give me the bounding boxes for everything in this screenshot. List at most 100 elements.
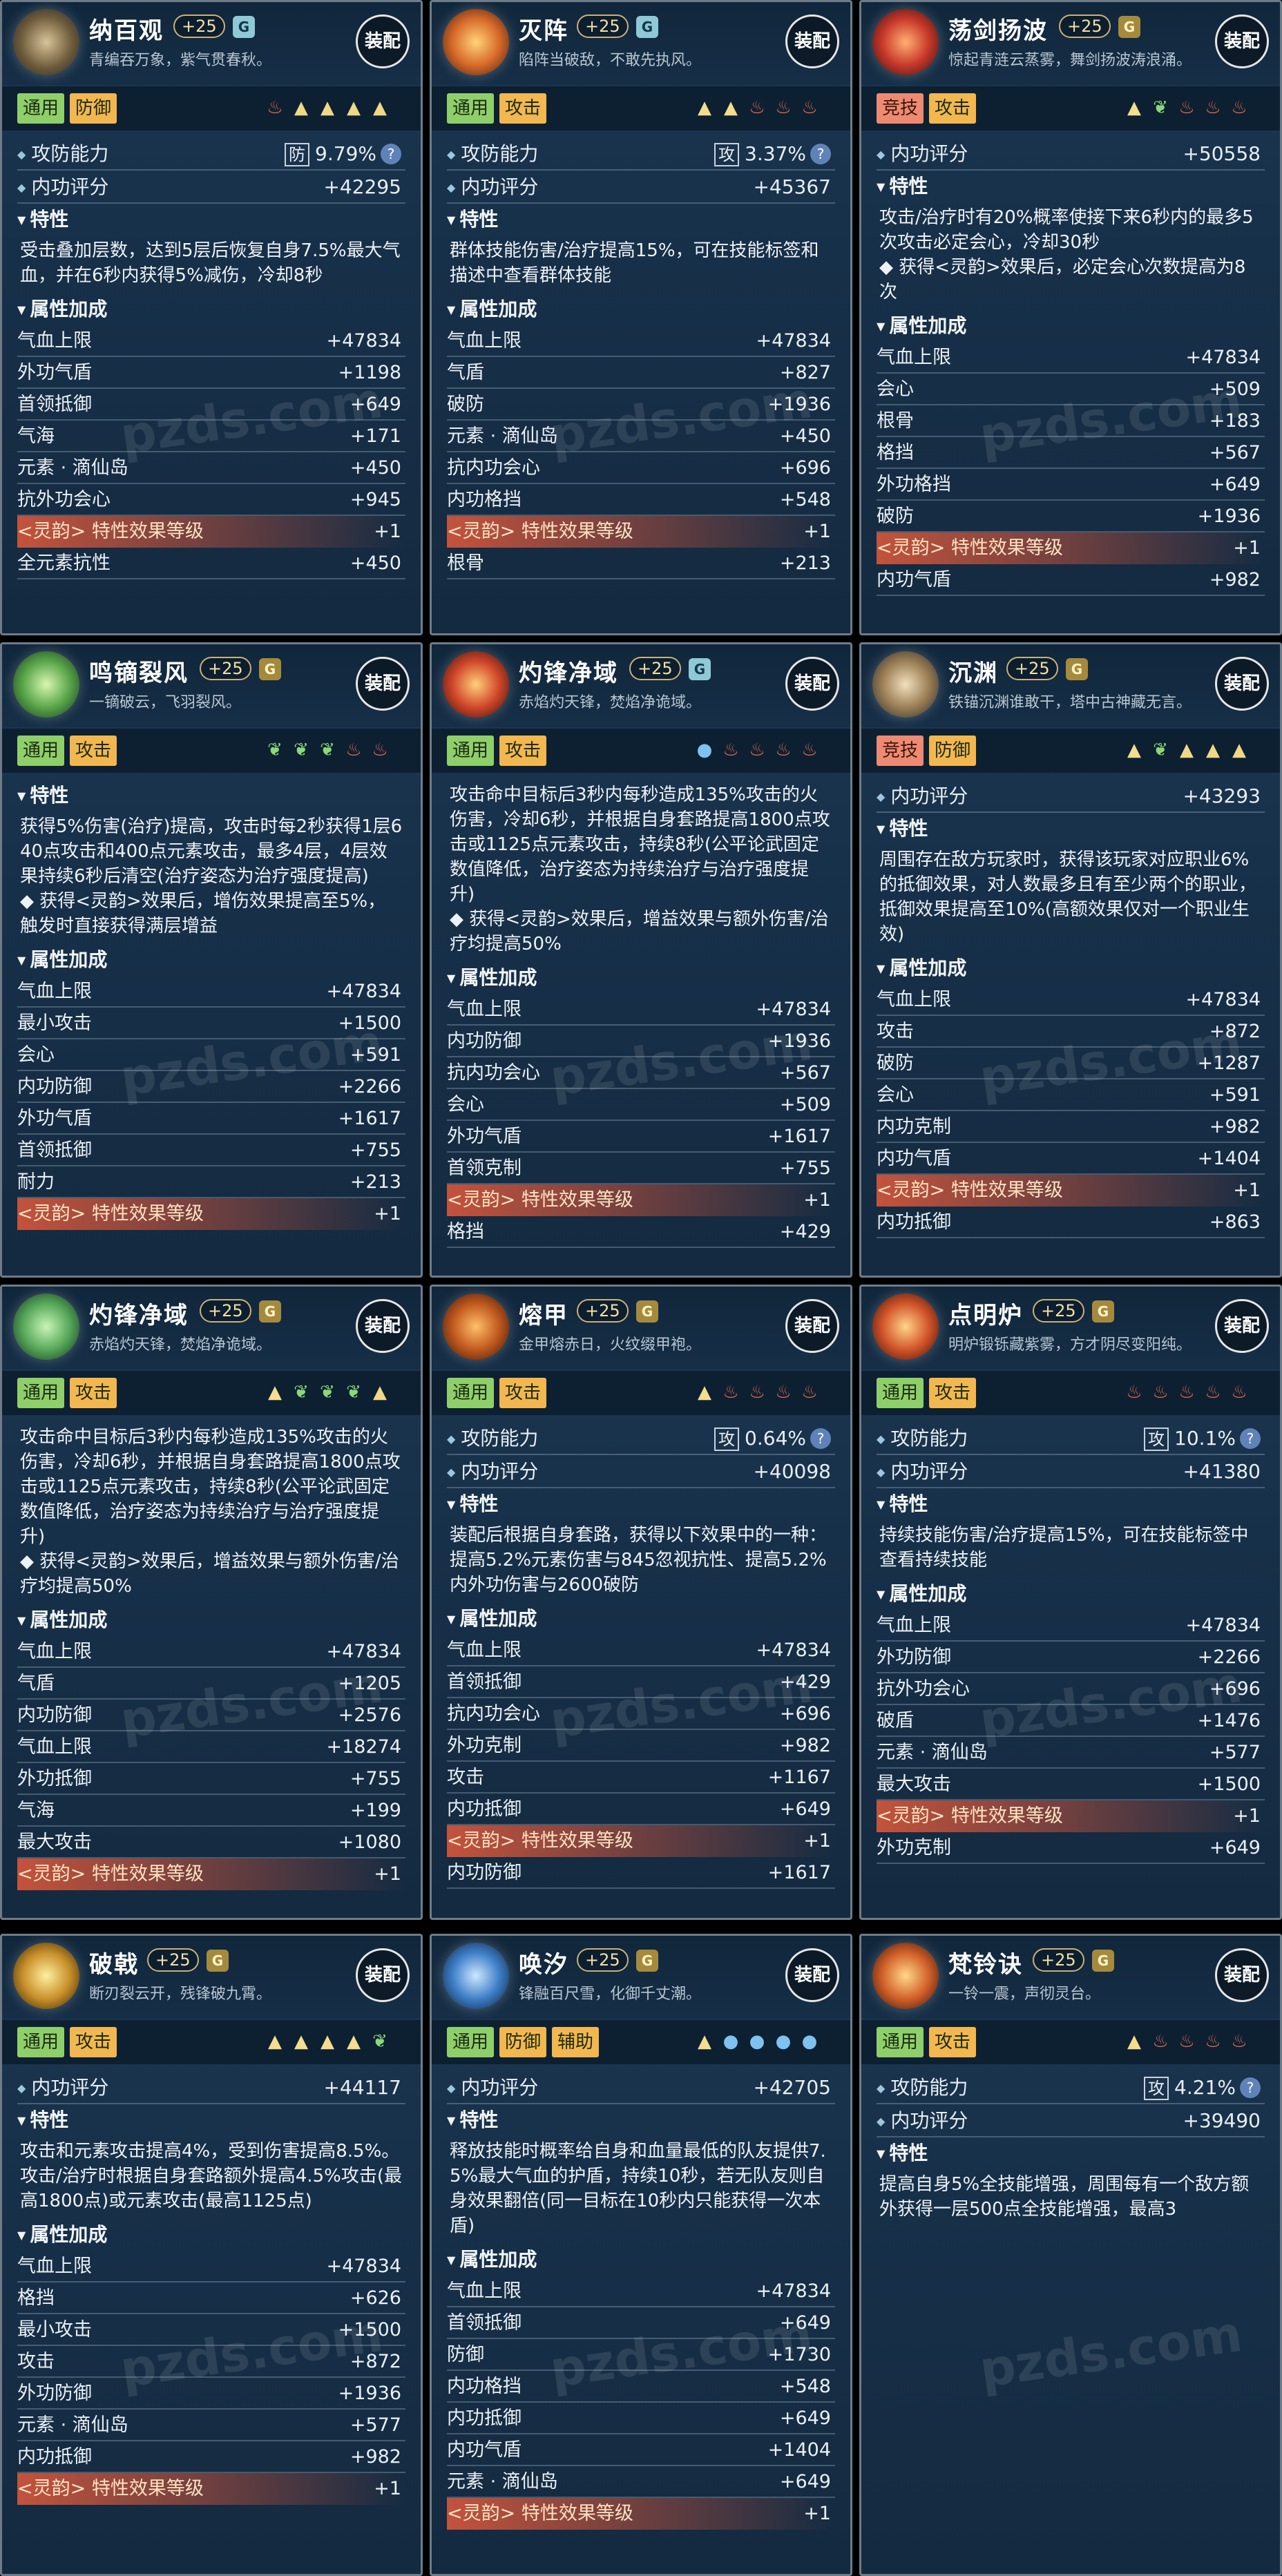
stat-value: 防 9.79%? — [285, 137, 401, 171]
trait-section-title[interactable]: 特性 — [17, 2104, 405, 2136]
equip-button[interactable]: 装配 — [356, 1299, 410, 1353]
tri-element-icon: ▲ — [320, 2031, 334, 2052]
attribute-section-title[interactable]: 属性加成 — [17, 294, 405, 325]
attribute-row: 内功气盾 +982 — [877, 564, 1265, 596]
equip-button[interactable]: 装配 — [785, 1299, 839, 1353]
attribute-section-title[interactable]: 属性加成 — [877, 310, 1265, 342]
card-motto: 一铃一震，声彻灵台。 — [948, 1986, 1101, 2003]
attribute-name: 内功气盾 — [447, 2439, 522, 2461]
tri-element-icon: ▲ — [1127, 740, 1141, 760]
equipment-icon — [872, 1294, 939, 1360]
help-icon[interactable]: ? — [381, 144, 401, 164]
lingyun-effect-row: <灵韵> 特性效果等级 +1 — [447, 516, 835, 548]
enhance-level-badge: +25 — [200, 1299, 251, 1323]
trait-description: 受击叠加层数，达到5层后恢复自身7.5%最大气血，并在6秒内获得5%减伤，冷却8… — [20, 240, 401, 286]
attribute-name: 气血上限 — [447, 999, 522, 1020]
watermark: pzds.com — [976, 2304, 1246, 2399]
attribute-row: 气血上限 +47834 — [17, 325, 405, 357]
equip-button[interactable]: 装配 — [1215, 1299, 1269, 1353]
attribute-section-title[interactable]: 属性加成 — [447, 962, 835, 994]
category-tag: 攻击 — [499, 736, 547, 766]
attribute-name: 内功防御 — [17, 1704, 92, 1726]
equip-button[interactable]: 装配 — [356, 1948, 410, 2002]
attribute-row: 元素 · 滴仙岛 +450 — [447, 421, 835, 452]
trait-section-title[interactable]: 特性 — [17, 204, 405, 236]
help-icon[interactable]: ? — [1240, 1428, 1261, 1449]
attribute-name: 外功抵御 — [17, 1768, 92, 1789]
attribute-section-title[interactable]: 属性加成 — [447, 2244, 835, 2276]
attribute-name: 抗内功会心 — [447, 1062, 540, 1084]
stat-label: 内功评分 — [461, 2076, 539, 2099]
trait-section-title[interactable]: 特性 — [877, 171, 1265, 202]
attribute-name: 外功气盾 — [447, 1126, 522, 1147]
attribute-section-title[interactable]: 属性加成 — [17, 1604, 405, 1636]
attribute-value: +1730 — [767, 2344, 831, 2365]
stat-row: 攻防能力 攻10.1%? — [877, 1422, 1265, 1455]
attribute-section-title[interactable]: 属性加成 — [17, 944, 405, 976]
trait-section-title[interactable]: 特性 — [877, 2137, 1265, 2169]
attribute-name: 气血上限 — [17, 2256, 92, 2277]
attribute-name: 内功抵御 — [447, 2407, 522, 2429]
leaf-element-icon: ❦ — [320, 740, 335, 760]
attribute-section-title[interactable]: 属性加成 — [877, 1578, 1265, 1610]
trait-section-title[interactable]: 特性 — [17, 780, 405, 811]
card-header: 鸣镝裂风 +25 G 一镝破云，飞羽裂风。 装配 — [2, 644, 421, 727]
rank-badge: G — [636, 1950, 658, 1972]
equip-button[interactable]: 装配 — [785, 15, 839, 68]
trap-element-icon: ▲ — [1180, 740, 1194, 760]
attribute-section-title[interactable]: 属性加成 — [447, 1603, 835, 1635]
category-tag: 攻击 — [929, 2027, 977, 2057]
stat-row: 内功评分 +45367 — [447, 171, 835, 204]
attribute-name: 格挡 — [877, 442, 914, 463]
tag-row: 通用 攻击 ▲ ❦ ❦ ❦ ▲ — [2, 1371, 421, 1415]
attribute-name: <灵韵> 特性效果等级 — [447, 2503, 633, 2524]
trait-section-title[interactable]: 特性 — [447, 2104, 835, 2136]
attribute-section-title[interactable]: 属性加成 — [877, 952, 1265, 984]
fire-element-icon: ♨ — [1178, 2031, 1195, 2052]
attribute-row: 元素 · 滴仙岛 +577 — [877, 1737, 1265, 1769]
equip-button[interactable]: 装配 — [1215, 1948, 1269, 2002]
equipment-icon — [443, 9, 509, 75]
attribute-row: 破盾 +1476 — [877, 1705, 1265, 1737]
trait-section-title[interactable]: 特性 — [447, 1488, 835, 1520]
category-tag: 通用 — [17, 2027, 65, 2057]
tag-row: 通用 防御 ♨ ▲ ▲ ▲ ▲ — [2, 86, 421, 131]
attribute-row: 会心 +509 — [877, 374, 1265, 405]
attribute-row: 内功防御 +2266 — [17, 1071, 405, 1103]
attribute-row: 元素 · 滴仙岛 +450 — [17, 452, 405, 484]
trait-description: 群体技能伤害/治疗提高15%，可在技能标签和描述中查看群体技能 — [450, 240, 819, 286]
attribute-value: +755 — [350, 1140, 401, 1161]
attribute-name: 格挡 — [17, 2287, 55, 2309]
trait-description: 提高自身5%全技能增强，周围每有一个敌方额外获得一层500点全技能增强，最高3 — [879, 2174, 1250, 2220]
attribute-name: 外功气盾 — [17, 1108, 92, 1129]
equip-button[interactable]: 装配 — [1215, 15, 1269, 68]
attribute-name: 气血上限 — [17, 981, 92, 1002]
help-icon[interactable]: ? — [1240, 2077, 1261, 2098]
help-icon[interactable]: ? — [810, 144, 831, 164]
attribute-name: 内功气盾 — [877, 569, 951, 590]
card-header: 灼锋净域 +25 G 赤焰灼天锋，焚焰净诡域。 装配 — [2, 1287, 421, 1369]
equip-button[interactable]: 装配 — [785, 657, 839, 711]
card-title: 熔甲 — [519, 1302, 568, 1329]
trait-section-title[interactable]: 特性 — [877, 1488, 1265, 1520]
trait-section-title[interactable]: 特性 — [447, 204, 835, 236]
equip-button[interactable]: 装配 — [356, 15, 410, 68]
attribute-name: 首领抵御 — [17, 394, 92, 415]
equip-button[interactable]: 装配 — [356, 657, 410, 711]
equipment-icon — [443, 1294, 509, 1360]
attribute-name: <灵韵> 特性效果等级 — [877, 1180, 1063, 1201]
fire-element-icon: ♨ — [1231, 2031, 1247, 2052]
equip-button[interactable]: 装配 — [785, 1948, 839, 2002]
help-icon[interactable]: ? — [810, 1428, 831, 1449]
equip-button[interactable]: 装配 — [1215, 657, 1269, 711]
attribute-section-title[interactable]: 属性加成 — [17, 2219, 405, 2251]
category-tag: 攻击 — [929, 1378, 977, 1408]
trait-section-title[interactable]: 特性 — [877, 813, 1265, 845]
stat-label: 攻防能力 — [890, 1427, 968, 1450]
attribute-section-title[interactable]: 属性加成 — [447, 294, 835, 325]
equipment-card-grid: 纳百观+25G青编吞万象，紫气贯春秋。装配通用防御♨▲▲▲▲攻防能力防9.79%… — [0, 0, 1282, 2576]
attribute-name: 破盾 — [877, 1710, 914, 1731]
attribute-row: 外功防御 +2266 — [877, 1642, 1265, 1673]
attribute-value: +1936 — [1197, 506, 1261, 527]
stat-number: 9.79% — [315, 142, 376, 165]
